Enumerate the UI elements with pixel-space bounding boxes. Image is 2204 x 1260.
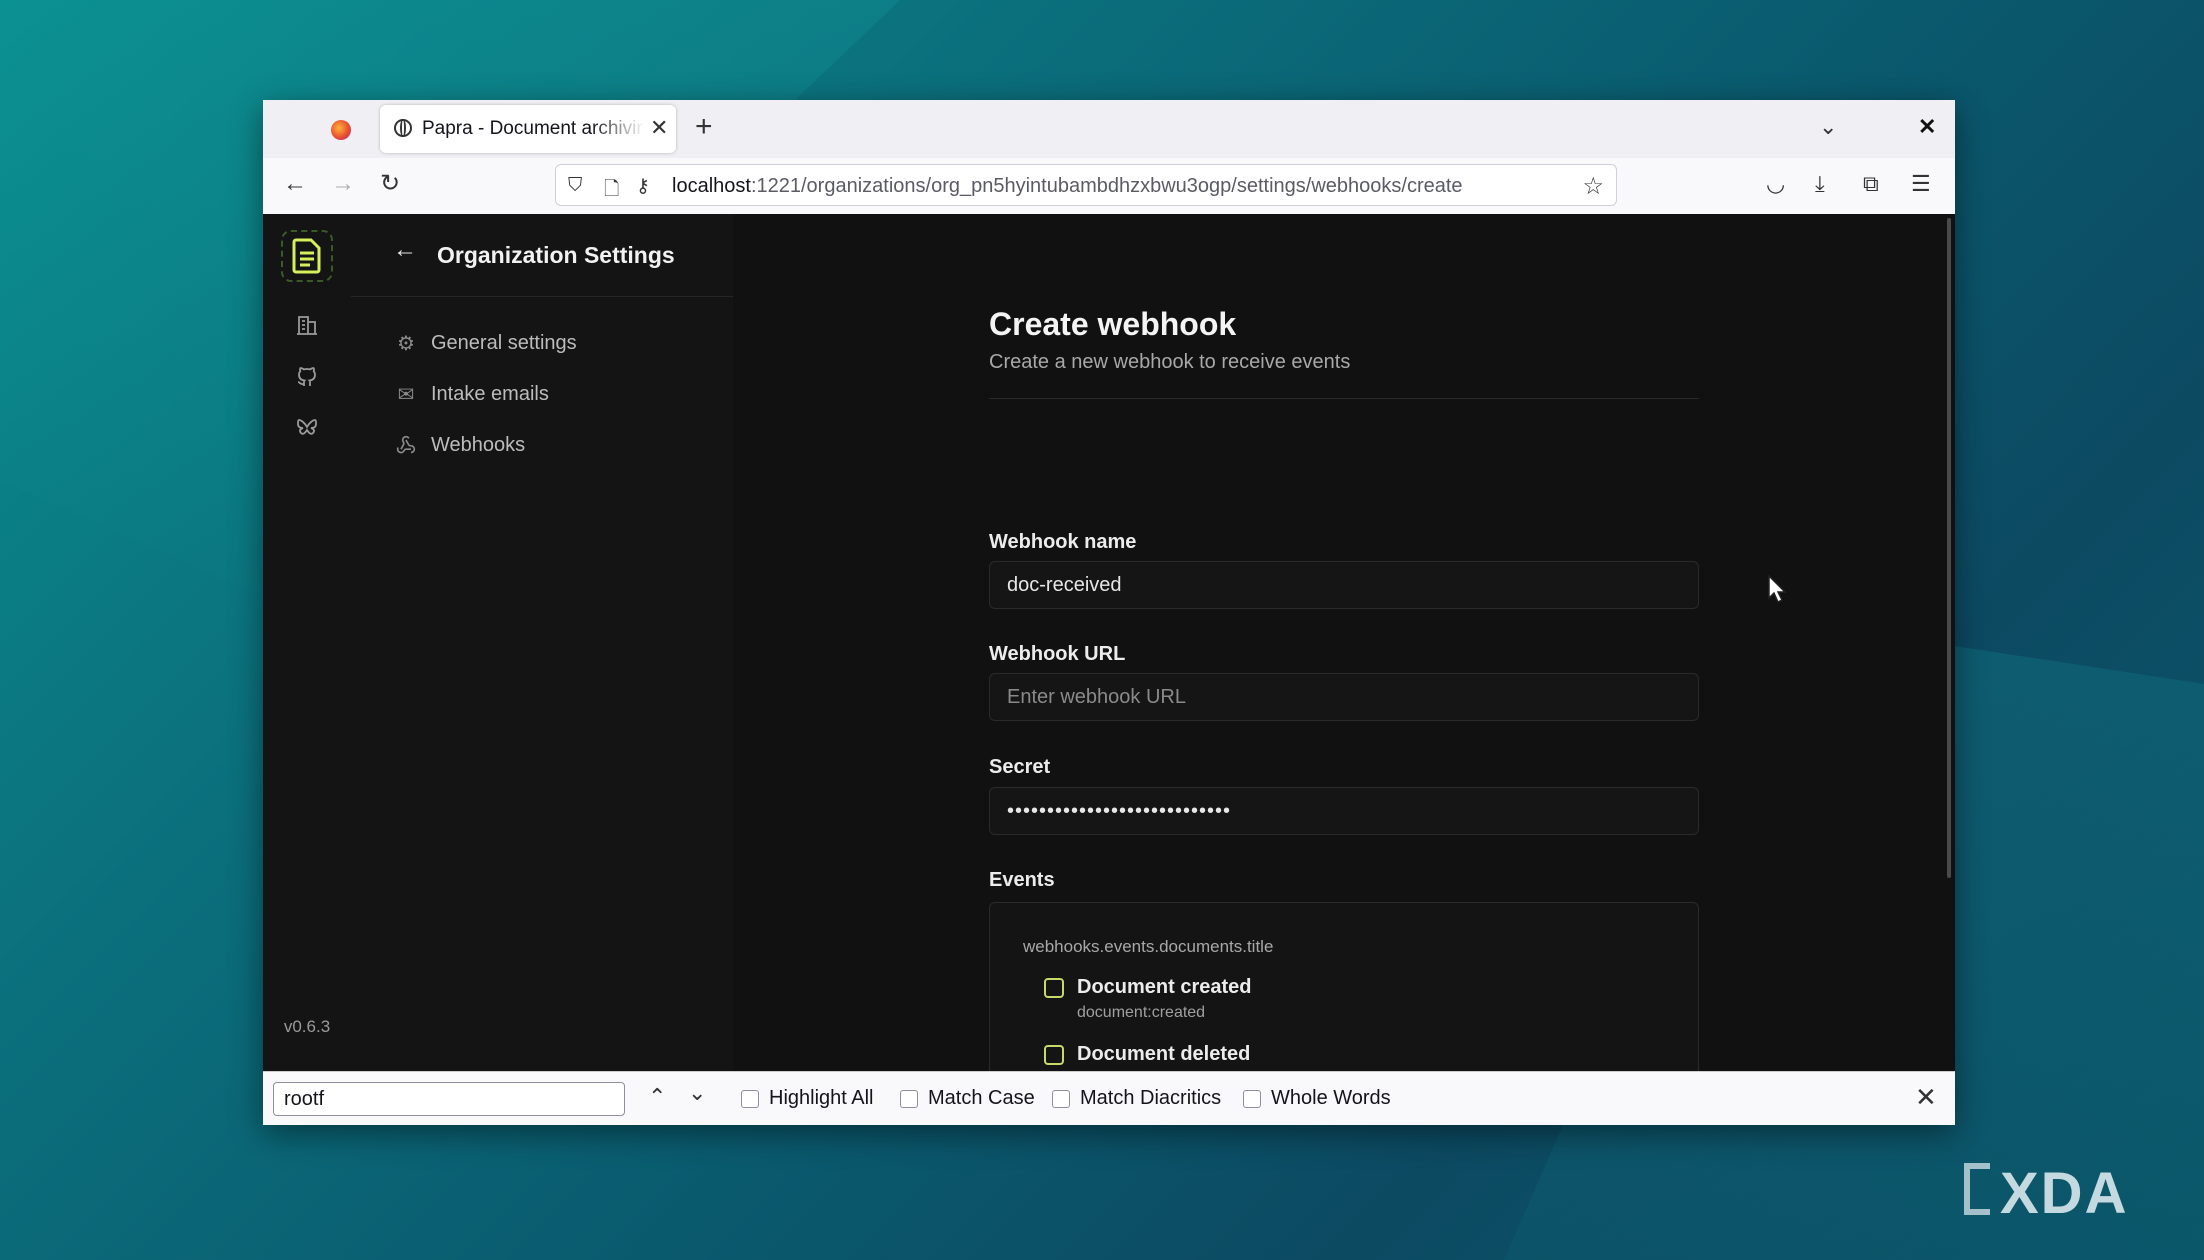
back-icon[interactable]: ←: [283, 171, 307, 197]
whole-words-checkbox[interactable]: [1243, 1089, 1261, 1108]
webhook-url-input[interactable]: Enter webhook URL: [989, 673, 1699, 721]
document-logo-icon: [292, 238, 321, 274]
mouse-cursor-icon: [1768, 574, 1787, 604]
tab-bar: Papra - Document archiving ✕ + ⌄ ✕: [263, 100, 1955, 158]
github-icon[interactable]: [292, 362, 322, 392]
document-deleted-checkbox[interactable]: [1044, 1045, 1064, 1065]
url-bar[interactable]: ⛉ 🗋 ⚷ localhost:1221/organizations/org_p…: [555, 164, 1617, 206]
menu-icon[interactable]: ☰: [1911, 171, 1931, 197]
sidebar-item-label: Webhooks: [431, 433, 526, 456]
page-title: Create webhook: [989, 306, 1237, 342]
event-key: document:created: [1077, 1004, 1206, 1021]
find-close-icon[interactable]: ✕: [1915, 1082, 1937, 1113]
sidebar-item-webhooks[interactable]: Webhooks: [395, 427, 525, 463]
events-label: Events: [989, 869, 1055, 891]
forward-icon[interactable]: →: [331, 171, 355, 197]
secret-label: Secret: [989, 756, 1051, 778]
chevron-down-icon[interactable]: ⌄: [1819, 114, 1837, 140]
reload-icon[interactable]: ↻: [380, 171, 400, 197]
event-name: Document created: [1077, 976, 1252, 998]
globe-icon: [394, 119, 412, 137]
events-group-title: webhooks.events.documents.title: [1023, 937, 1274, 956]
sidebar-item-general-settings[interactable]: ⚙ General settings: [395, 325, 577, 361]
shield-icon[interactable]: ⛉: [568, 175, 582, 197]
page-icon[interactable]: 🗋: [604, 175, 619, 207]
find-next-icon[interactable]: ⌄: [688, 1080, 706, 1106]
tab-close-icon[interactable]: ✕: [650, 115, 668, 141]
webhook-icon: [395, 434, 417, 456]
create-webhook-form: Create webhook Create a new webhook to r…: [989, 306, 1699, 1125]
scrollbar[interactable]: [1947, 218, 1951, 878]
match-case-checkbox[interactable]: [900, 1089, 918, 1108]
highlight-all-option[interactable]: Highlight All: [741, 1087, 874, 1110]
xda-logo-icon: [1964, 1163, 1990, 1215]
webhook-url-label: Webhook URL: [989, 643, 1126, 665]
document-created-checkbox[interactable]: [1044, 978, 1064, 998]
building-icon[interactable]: [292, 310, 322, 340]
find-previous-icon[interactable]: ⌃: [648, 1084, 666, 1110]
browser-tab[interactable]: Papra - Document archiving ✕: [380, 105, 676, 153]
bluesky-butterfly-icon[interactable]: [292, 413, 322, 443]
navigation-bar: ← → ↻ ⛉ 🗋 ⚷ localhost:1221/organizations…: [263, 158, 1955, 215]
highlight-all-checkbox[interactable]: [741, 1089, 759, 1108]
event-name: Document deleted: [1077, 1043, 1251, 1065]
find-bar: rootf ⌃ ⌄ Highlight All Match Case Match…: [263, 1071, 1955, 1125]
page-subtitle: Create a new webhook to receive events: [989, 351, 1351, 373]
find-input[interactable]: rootf: [273, 1082, 625, 1116]
webhook-name-label: Webhook name: [989, 531, 1137, 553]
webhook-name-input[interactable]: doc-received: [989, 561, 1699, 609]
icon-rail: v0.6.3: [263, 214, 352, 1071]
xda-watermark: XDA: [2000, 1161, 2129, 1226]
sidebar-item-label: General settings: [431, 331, 577, 354]
match-diacritics-option[interactable]: Match Diacritics: [1052, 1087, 1221, 1110]
mail-icon: ✉: [397, 383, 415, 406]
settings-title: Organization Settings: [437, 242, 675, 268]
gear-icon: ⚙: [397, 332, 415, 355]
new-tab-button[interactable]: +: [695, 112, 713, 142]
firefox-icon[interactable]: [331, 120, 351, 140]
window-close-button[interactable]: ✕: [1918, 114, 1936, 140]
pocket-icon[interactable]: ◡: [1766, 171, 1785, 197]
settings-header: ← Organization Settings: [351, 214, 733, 297]
app-content: v0.6.3 ← Organization Settings ⚙ General…: [263, 214, 1955, 1125]
bookmark-star-icon[interactable]: ☆: [1582, 172, 1604, 201]
whole-words-option[interactable]: Whole Words: [1243, 1087, 1391, 1110]
divider: [989, 398, 1699, 399]
extensions-icon[interactable]: ⧉: [1863, 171, 1879, 197]
match-diacritics-checkbox[interactable]: [1052, 1089, 1070, 1108]
browser-window: Papra - Document archiving ✕ + ⌄ ✕ ← → ↻…: [263, 100, 1955, 1125]
url-text[interactable]: localhost:1221/organizations/org_pn5hyin…: [672, 175, 1463, 198]
app-version: v0.6.3: [283, 1017, 331, 1036]
main-panel: Create webhook Create a new webhook to r…: [733, 214, 1955, 1125]
back-arrow-icon[interactable]: ←: [393, 236, 417, 264]
match-case-option[interactable]: Match Case: [900, 1087, 1035, 1110]
papra-logo-icon[interactable]: [281, 230, 333, 282]
settings-sidebar: ← Organization Settings ⚙ General settin…: [351, 214, 734, 1071]
sidebar-item-intake-emails[interactable]: ✉ Intake emails: [395, 376, 549, 412]
secret-input[interactable]: ••••••••••••••••••••••••••••: [989, 787, 1699, 835]
sidebar-item-label: Intake emails: [431, 382, 549, 405]
download-icon[interactable]: ⤓: [1815, 171, 1825, 197]
key-icon[interactable]: ⚷: [636, 175, 650, 198]
